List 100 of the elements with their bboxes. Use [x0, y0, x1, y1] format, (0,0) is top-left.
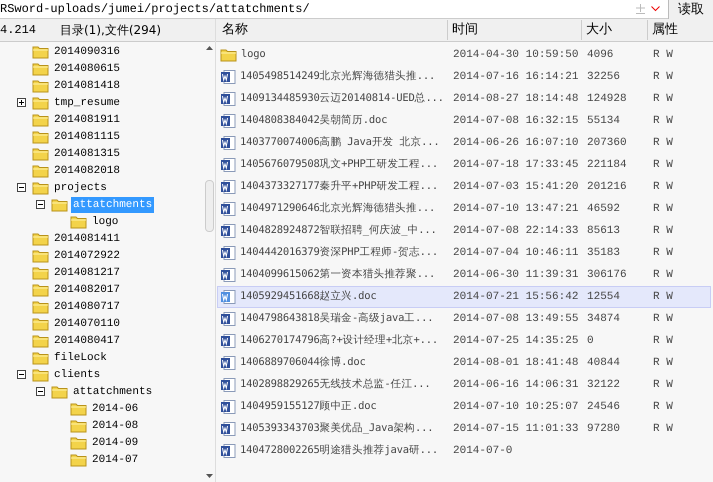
document-icon: [220, 355, 236, 371]
file-row[interactable]: 1405498514249北京光辉海德猎头推... 2014-07-16 16:14:21 32256 R W: [217, 66, 711, 88]
time-cell-text: 2014-07-21 15:56:42: [452, 290, 580, 305]
time-cell-text: 2014-06-30 11:39:31: [452, 268, 580, 283]
dropdown-icon[interactable]: [651, 6, 660, 12]
size-cell-text: 4096: [586, 48, 614, 63]
file-row[interactable]: 1406889706044徐博.doc 2014-08-01 18:41:48 40844 R W: [217, 352, 711, 374]
collapse-icon[interactable]: [17, 183, 26, 192]
tree-item[interactable]: 2014081911: [52, 112, 122, 128]
tree-item[interactable]: 2014072922: [52, 248, 122, 264]
tree-item[interactable]: 2014082017: [52, 282, 122, 298]
attribute-cell-text: R W: [652, 158, 674, 173]
file-row[interactable]: 1404959155127顾中正.doc 2014-07-10 10:25:07 24546 R W: [217, 396, 711, 418]
file-name: 1404971290646北京光辉海德猎头推...: [240, 201, 436, 216]
address-label: 4.214: [0, 22, 38, 39]
tree-item[interactable]: 2014070110: [52, 316, 122, 332]
time-cell-text: 2014-07-10 10:25:07: [452, 400, 580, 415]
time-cell-text: 2014-04-30 10:59:50: [452, 48, 580, 63]
tree-item[interactable]: 2014081217: [52, 264, 122, 280]
file-name: 1404798643818吴瑞金-高级java工...: [240, 311, 434, 326]
tree-item[interactable]: 2014090316: [52, 44, 122, 60]
file-row[interactable]: 1409134485930云迈20140814-UED总... 2014-08-27 18:14:48 124928 R W: [217, 88, 711, 110]
size-cell-text: 46592: [586, 202, 622, 217]
folder-icon: [32, 146, 49, 160]
file-row[interactable]: 1406270174796高?+设计经理+北京+... 2014-07-25 14:35:25 0 R W: [217, 330, 711, 352]
tree-item[interactable]: logo: [90, 214, 120, 230]
summary-label: 目录(1),文件(294): [60, 22, 162, 39]
file-row[interactable]: 1404828924872智联招聘_何庆波_中... 2014-07-08 22:14:33 85613 R W: [217, 220, 711, 242]
file-row[interactable]: 1404808384042吴朝简历.doc 2014-07-08 16:32:15 55134 R W: [217, 110, 711, 132]
file-row[interactable]: 1405393343703聚美优品_Java架构... 2014-07-15 11:01:33 97280 R W: [217, 418, 711, 440]
tree-item[interactable]: 2014-08: [90, 418, 140, 434]
column-header[interactable]: 大小: [581, 20, 647, 40]
tree-item[interactable]: 2014080615: [52, 60, 122, 76]
tree-item[interactable]: 2014-09: [90, 434, 140, 450]
collapse-icon[interactable]: [17, 370, 26, 379]
folder-icon: [51, 198, 68, 212]
read-button[interactable]: 读取: [668, 0, 713, 18]
collapse-icon[interactable]: [36, 200, 45, 209]
attribute-cell-text: R W: [652, 290, 674, 305]
tree-item[interactable]: attatchments: [71, 384, 154, 400]
size-cell-text: 40844: [586, 356, 622, 371]
tree-item[interactable]: 2014-07: [90, 452, 140, 468]
tree-item[interactable]: fileLock: [52, 350, 109, 366]
tree-item[interactable]: 2014081411: [52, 230, 122, 246]
file-row[interactable]: 1404728002265明途猎头推荐java研... 2014-07-0: [217, 440, 711, 462]
size-cell-text: 0: [586, 334, 595, 349]
tree-item[interactable]: clients: [52, 366, 102, 382]
folder-icon: [32, 232, 49, 246]
tree-item[interactable]: 2014080717: [52, 298, 122, 314]
file-row[interactable]: logo 2014-04-30 10:59:50 4096 R W: [217, 44, 711, 66]
folder-icon: [32, 368, 49, 382]
file-name: 1403770074006高鹏 Java开发 北京...: [240, 135, 440, 150]
file-row[interactable]: 1404971290646北京光辉海德猎头推... 2014-07-10 13:47:21 46592 R W: [217, 198, 711, 220]
scroll-thumb[interactable]: [205, 180, 214, 232]
file-row[interactable]: 1404798643818吴瑞金-高级java工... 2014-07-08 13:49:55 34874 R W: [217, 308, 711, 330]
folder-icon: [32, 282, 49, 296]
column-header[interactable]: 名称: [216, 20, 447, 40]
document-icon: [220, 267, 236, 283]
path-field[interactable]: RSword-uploads/jumei/projects/attatchments/: [0, 0, 636, 18]
tree-item[interactable]: projects: [52, 180, 109, 196]
file-row[interactable]: 1404099615062第一资本猎头推荐聚... 2014-06-30 11:39:31 306176 R W: [217, 264, 711, 286]
file-row[interactable]: 1404442016379资深PHP工程师-贺志... 2014-07-04 10:46:11 35183 R W: [217, 242, 711, 264]
size-cell-text: 24546: [586, 400, 622, 415]
time-cell-text: 2014-07-16 16:14:21: [452, 70, 580, 85]
tree-item[interactable]: 2014080417: [52, 332, 122, 348]
tree-item[interactable]: 2014081315: [52, 146, 122, 162]
file-row[interactable]: 1405929451668赵立兴.doc 2014-07-21 15:56:42 12554 R W: [217, 286, 711, 308]
folder-icon: [32, 130, 49, 144]
scroll-down-icon[interactable]: [206, 474, 213, 478]
tree-item[interactable]: 2014081115: [52, 128, 122, 144]
folder-icon: [32, 62, 49, 76]
folder-icon: [32, 164, 49, 178]
folder-icon: [32, 266, 49, 280]
scroll-up-icon[interactable]: [206, 46, 213, 50]
file-row[interactable]: 1403770074006高鹏 Java开发 北京... 2014-06-26 16:07:10 207360 R W: [217, 132, 711, 154]
document-icon: [220, 289, 236, 305]
time-cell-text: 2014-07-0: [452, 444, 514, 459]
file-row[interactable]: 1404373327177秦升平+PHP研发工程... 2014-07-03 15:41:20 201216 R W: [217, 176, 711, 198]
size-cell-text: 85613: [586, 224, 622, 239]
file-row[interactable]: 1405676079508巩文+PHP工研发工程... 2014-07-18 17:33:45 221184 R W: [217, 154, 711, 176]
expand-icon[interactable]: [17, 98, 26, 107]
collapse-icon[interactable]: [36, 387, 45, 396]
column-header[interactable]: 时间: [447, 20, 581, 40]
tree-item[interactable]: 2014082018: [52, 162, 122, 178]
folder-icon: [70, 418, 87, 432]
attribute-cell-text: R W: [652, 356, 674, 371]
file-name: 1409134485930云迈20140814-UED总...: [240, 91, 444, 106]
folder-icon: [32, 316, 49, 330]
tree-item[interactable]: 2014-06: [90, 400, 140, 416]
folder-icon: [32, 334, 49, 348]
attribute-cell-text: R W: [652, 268, 674, 283]
document-icon: [220, 245, 236, 261]
time-cell-text: 2014-07-18 17:33:45: [452, 158, 580, 173]
attribute-cell-text: R W: [652, 224, 674, 239]
tree-item[interactable]: tmp_resume: [52, 94, 122, 110]
file-row[interactable]: 1402898829265无线技术总监-任江... 2014-06-16 14:06:31 32122 R W: [217, 374, 711, 396]
folder-icon: [32, 96, 49, 110]
tree-item[interactable]: 2014081418: [52, 78, 122, 94]
column-header[interactable]: 属性: [647, 20, 707, 40]
size-cell-text: 124928: [586, 92, 628, 107]
